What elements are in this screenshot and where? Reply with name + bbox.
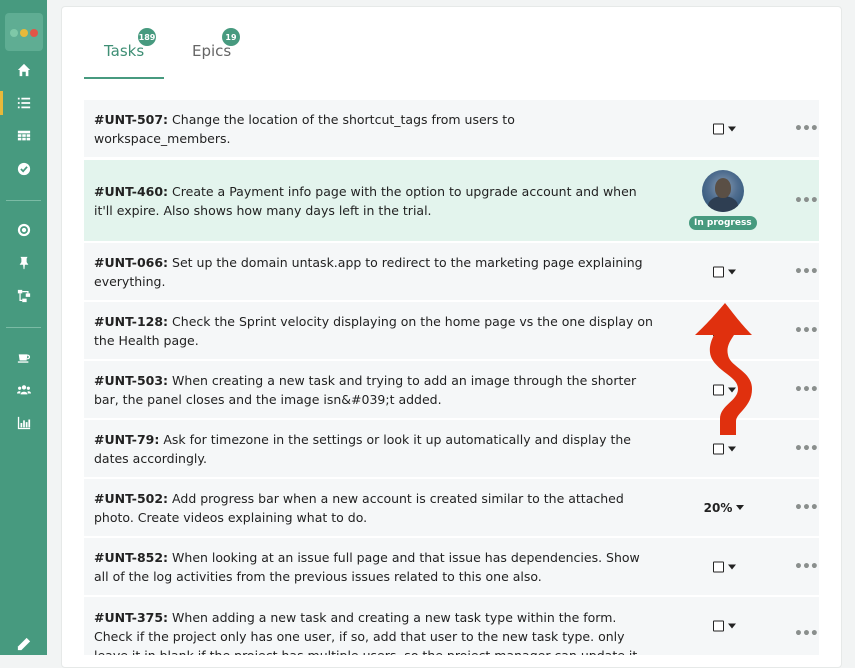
target-icon[interactable] [0, 218, 47, 242]
task-text: #UNT-460: Create a Payment info page wit… [94, 182, 654, 220]
chevron-down-icon [727, 623, 736, 629]
task-id: #UNT-375: [94, 610, 169, 625]
task-description: Add progress bar when a new account is c… [94, 490, 624, 525]
task-text: #UNT-79: Ask for timezone in the setting… [94, 430, 654, 468]
more-options-icon[interactable]: ••• [794, 193, 819, 209]
more-options-icon[interactable]: ••• [794, 626, 819, 642]
avatar[interactable] [702, 170, 744, 212]
task-text: #UNT-502: Add progress bar when a new ac… [94, 489, 654, 527]
task-text: #UNT-503: When creating a new task and t… [94, 371, 654, 409]
task-id: #UNT-507: [94, 111, 169, 127]
epics-count-badge: 19 [222, 28, 240, 46]
task-row[interactable]: #UNT-066: Set up the domain untask.app t… [84, 243, 819, 300]
task-description: When creating a new task and trying to a… [94, 372, 637, 407]
more-options-icon[interactable]: ••• [794, 500, 819, 516]
task-text: #UNT-375: When adding a new task and cre… [94, 608, 654, 655]
chevron-down-icon [727, 126, 736, 131]
task-id: #UNT-066: [94, 254, 169, 270]
status-dropdown[interactable] [669, 443, 779, 454]
sidebar-divider [6, 200, 41, 201]
status-checkbox[interactable] [712, 443, 724, 454]
task-text: #UNT-128: Check the Sprint velocity disp… [94, 312, 654, 350]
task-description: Check the Sprint velocity displaying on … [94, 313, 653, 348]
chevron-down-icon [727, 564, 736, 569]
task-id: #UNT-852: [94, 549, 169, 565]
more-options-icon[interactable]: ••• [794, 121, 819, 137]
task-row[interactable]: #UNT-507: Change the location of the sho… [84, 100, 819, 157]
tab-tasks[interactable]: Tasks [104, 42, 144, 60]
task-description: Create a Payment info page with the opti… [94, 183, 637, 218]
hierarchy-icon[interactable] [0, 284, 47, 308]
status-checkbox[interactable] [712, 561, 724, 572]
task-description: Set up the domain untask.app to redirect… [94, 254, 643, 289]
status-dropdown[interactable] [669, 123, 779, 134]
task-id: #UNT-503: [94, 372, 169, 388]
status-dropdown[interactable] [669, 561, 779, 572]
status-checkbox[interactable] [712, 620, 724, 632]
task-text: #UNT-066: Set up the domain untask.app t… [94, 253, 654, 291]
chart-icon[interactable] [0, 411, 47, 435]
more-options-icon[interactable]: ••• [794, 382, 819, 398]
chevron-down-icon [727, 269, 736, 274]
task-row[interactable]: #UNT-852: When looking at an issue full … [84, 538, 819, 595]
pin-icon[interactable] [0, 251, 47, 275]
status-dropdown[interactable] [669, 620, 779, 632]
more-options-icon[interactable]: ••• [794, 323, 819, 339]
more-options-icon[interactable]: ••• [794, 559, 819, 575]
pencil-icon[interactable] [0, 632, 47, 656]
more-options-icon[interactable]: ••• [794, 264, 819, 280]
home-icon[interactable] [0, 58, 47, 82]
check-circle-icon[interactable] [0, 157, 47, 181]
task-text: #UNT-507: Change the location of the sho… [94, 110, 654, 148]
task-id: #UNT-460: [94, 183, 169, 199]
tasks-count-badge: 189 [138, 28, 156, 46]
task-id: #UNT-128: [94, 313, 169, 329]
task-description: When looking at an issue full page and t… [94, 549, 640, 584]
window-controls [5, 13, 43, 51]
window-dot-red[interactable] [30, 29, 38, 37]
task-row[interactable]: #UNT-460: Create a Payment info page wit… [84, 160, 819, 241]
annotation-arrow-icon [695, 303, 752, 435]
status-checkbox[interactable] [712, 266, 724, 277]
window-dot-green[interactable] [10, 29, 18, 37]
sidebar [0, 0, 47, 655]
progress-value: 20% [703, 500, 733, 515]
task-description: Ask for timezone in the settings or look… [94, 431, 631, 466]
task-description: When adding a new task and creating a ne… [94, 610, 637, 655]
status-checkbox[interactable] [712, 123, 724, 134]
task-id: #UNT-502: [94, 490, 169, 506]
users-icon[interactable] [0, 378, 47, 402]
chevron-down-icon [727, 446, 736, 451]
board-icon[interactable] [0, 124, 47, 148]
list-icon[interactable] [0, 91, 47, 115]
task-row[interactable]: #UNT-375: When adding a new task and cre… [84, 597, 819, 655]
active-tab-underline [84, 77, 164, 79]
task-text: #UNT-852: When looking at an issue full … [94, 548, 654, 586]
task-id: #UNT-79: [94, 431, 160, 447]
more-options-icon[interactable]: ••• [794, 441, 819, 457]
sidebar-divider [6, 327, 41, 328]
status-dropdown[interactable] [669, 266, 779, 277]
status-badge[interactable]: In progress [689, 216, 757, 230]
coffee-icon[interactable] [0, 345, 47, 369]
progress-dropdown[interactable]: 20% [669, 501, 779, 515]
task-row[interactable]: #UNT-502: Add progress bar when a new ac… [84, 479, 819, 536]
window-dot-yellow[interactable] [20, 29, 28, 37]
chevron-down-icon [736, 505, 745, 510]
